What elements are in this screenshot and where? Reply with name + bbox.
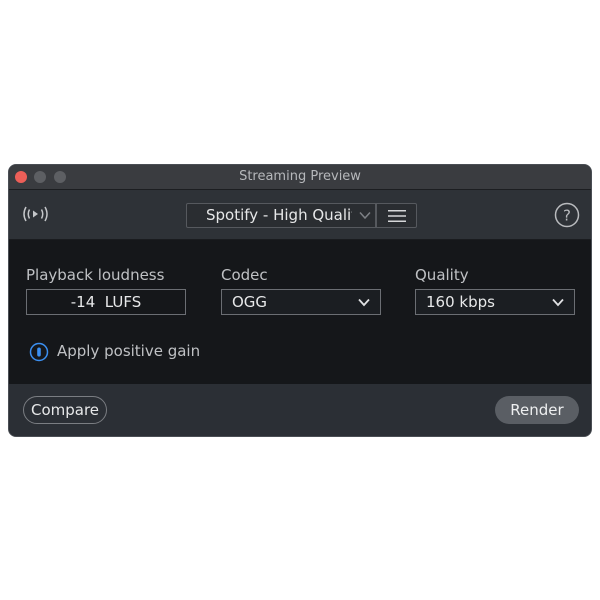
- apply-positive-gain-toggle[interactable]: [29, 342, 49, 362]
- quality-dropdown-value: 160 kbps: [426, 293, 495, 311]
- footer: Compare Render: [9, 384, 591, 436]
- broadcast-icon[interactable]: [21, 204, 49, 224]
- render-button[interactable]: Render: [495, 396, 579, 424]
- codec-dropdown[interactable]: OGG: [221, 289, 381, 315]
- codec-label: Codec: [221, 266, 268, 284]
- chevron-down-icon: [358, 298, 370, 307]
- compare-button[interactable]: Compare: [23, 396, 107, 424]
- quality-label: Quality: [415, 266, 469, 284]
- streaming-preview-window: Streaming Preview Spotify - High Quality: [8, 164, 592, 437]
- quality-dropdown[interactable]: 160 kbps: [415, 289, 575, 315]
- chevron-down-icon: [552, 298, 564, 307]
- codec-dropdown-value: OGG: [232, 293, 268, 311]
- settings-panel: Playback loudness -14 LUFS Codec OGG Qua…: [9, 240, 591, 384]
- preset-select[interactable]: Spotify - High Quality: [186, 203, 376, 228]
- toggle-icon: [29, 342, 49, 362]
- playback-loudness-label: Playback loudness: [26, 266, 165, 284]
- apply-positive-gain-label[interactable]: Apply positive gain: [57, 342, 200, 360]
- question-mark-icon: ?: [554, 202, 580, 228]
- preset-menu-button[interactable]: [376, 203, 417, 228]
- window-title: Streaming Preview: [239, 169, 361, 184]
- help-button[interactable]: ?: [554, 202, 580, 228]
- preset-select-value: Spotify - High Quality: [206, 206, 352, 224]
- playback-loudness-field[interactable]: -14 LUFS: [26, 289, 186, 315]
- chevron-down-icon: [359, 211, 371, 220]
- svg-text:?: ?: [563, 207, 571, 225]
- hamburger-menu-icon: [388, 210, 406, 222]
- toolbar: Spotify - High Quality ?: [9, 190, 591, 240]
- title-bar: Streaming Preview: [9, 165, 591, 190]
